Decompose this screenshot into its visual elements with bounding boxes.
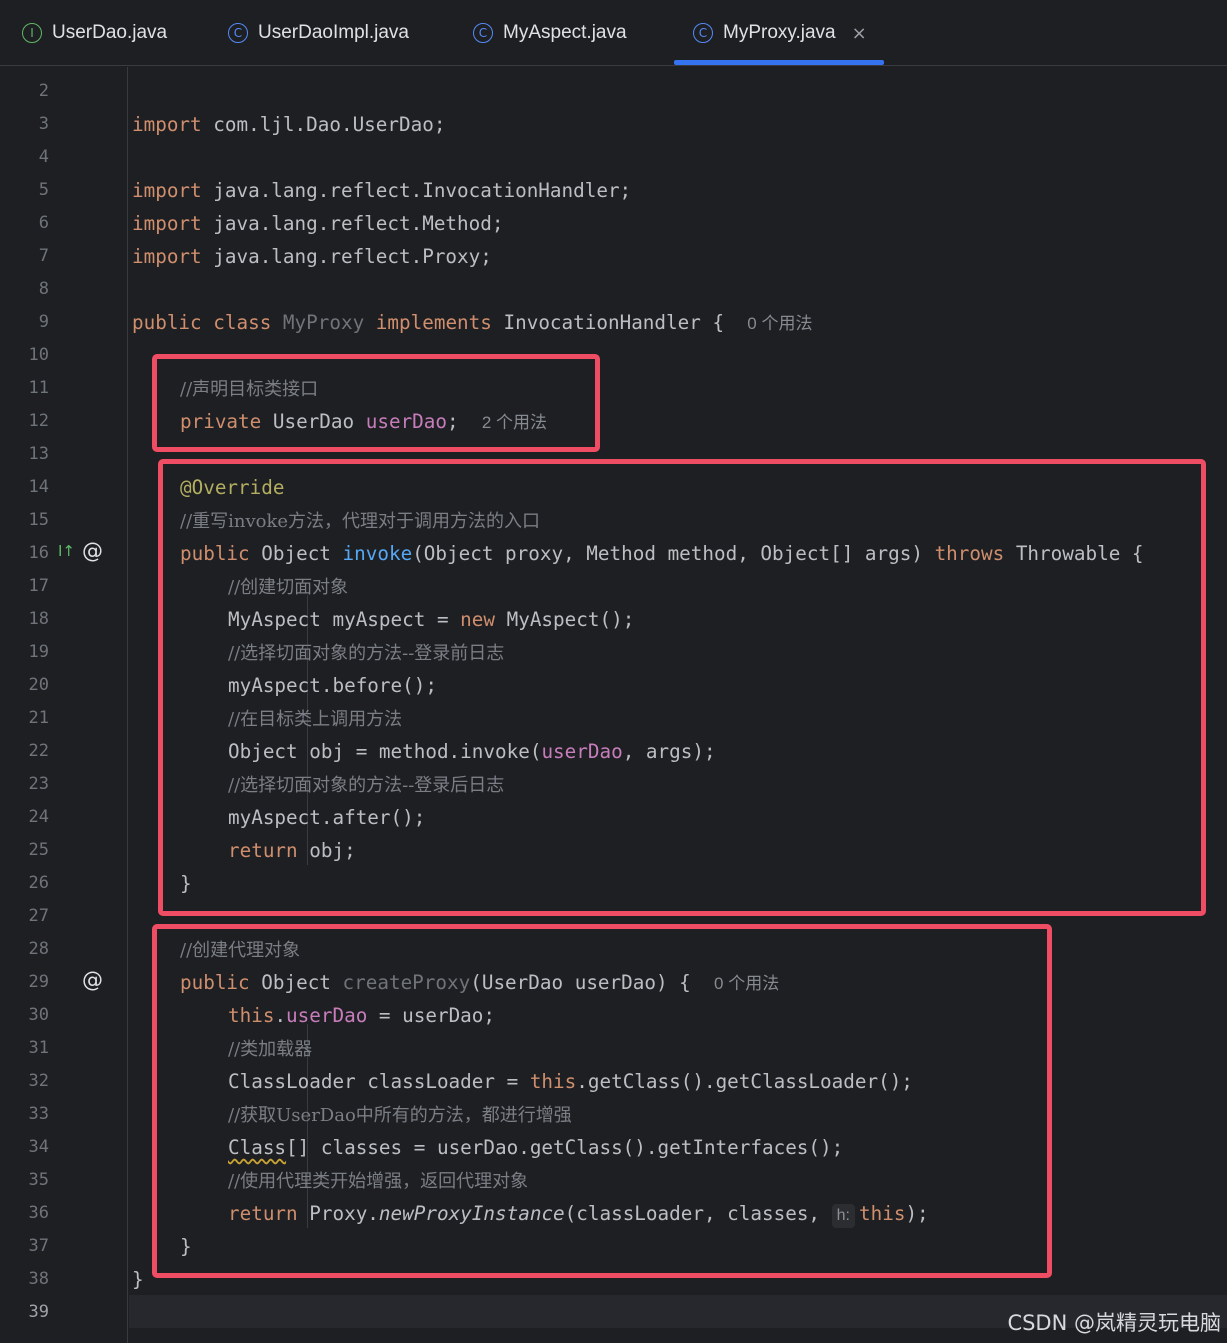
- editor-tab-bar: I UserDao.java C UserDaoImpl.java C MyAs…: [0, 0, 1227, 66]
- line-number: 12: [28, 411, 49, 431]
- code-line-5: import java.lang.reflect.InvocationHandl…: [132, 179, 632, 202]
- line-number: 37: [28, 1236, 49, 1256]
- code-line-9: public class MyProxy implements Invocati…: [132, 311, 813, 334]
- line-number: 22: [28, 741, 49, 761]
- tab-label: MyProxy.java: [723, 22, 836, 43]
- tab-userdao[interactable]: I UserDao.java: [22, 0, 167, 66]
- line-number: 35: [28, 1170, 49, 1190]
- tab-label: UserDao.java: [52, 22, 168, 43]
- tab-userdaoimpl[interactable]: C UserDaoImpl.java: [228, 0, 409, 66]
- line-number: 14: [28, 477, 49, 497]
- line-number: 9: [38, 312, 49, 332]
- line-number: 32: [28, 1071, 49, 1091]
- line-number: 10: [28, 345, 49, 365]
- class-icon: C: [693, 23, 713, 43]
- line-number: 34: [28, 1137, 49, 1157]
- tab-label: MyAspect.java: [503, 22, 627, 43]
- tab-myaspect[interactable]: C MyAspect.java: [473, 0, 627, 66]
- line-number: 13: [28, 444, 49, 464]
- highlight-box-createproxy: [152, 924, 1052, 1278]
- line-number: 29: [28, 972, 49, 992]
- class-icon: C: [228, 23, 248, 43]
- line-number: 11: [28, 378, 49, 398]
- line-number: 36: [28, 1203, 49, 1223]
- line-number: 31: [28, 1038, 49, 1058]
- line-number: 38: [28, 1269, 49, 1289]
- code-line-3: import com.ljl.Dao.UserDao;: [132, 113, 446, 136]
- line-number: 20: [28, 675, 49, 695]
- line-number: 28: [28, 939, 49, 959]
- line-number: 19: [28, 642, 49, 662]
- active-tab-indicator: [674, 60, 884, 65]
- tab-myproxy[interactable]: C MyProxy.java ×: [693, 0, 867, 66]
- code-line-6: import java.lang.reflect.Method;: [132, 212, 504, 235]
- line-number: 18: [28, 609, 49, 629]
- class-icon: C: [473, 23, 493, 43]
- line-number: 8: [38, 279, 49, 299]
- line-number: 27: [28, 906, 49, 926]
- line-number: 30: [28, 1005, 49, 1025]
- annotation-at-icon[interactable]: @: [82, 964, 103, 997]
- highlight-box-field: [152, 354, 600, 452]
- line-number-gutter: 2 3 4 5 6 7 8 9 10 11 12 13 14 15 16 17 18 19 20 21 22 23 24 25…: [0, 67, 128, 1343]
- line-number: 4: [38, 147, 49, 167]
- code-line-38: }: [132, 1268, 144, 1291]
- line-number: 21: [28, 708, 49, 728]
- line-number: 6: [38, 213, 49, 233]
- implements-marker-icon[interactable]: I↑: [58, 535, 75, 568]
- line-number: 24: [28, 807, 49, 827]
- line-number: 16: [28, 543, 49, 563]
- highlight-box-invoke: [158, 459, 1206, 916]
- usage-hint[interactable]: 0 个用法: [747, 314, 812, 333]
- annotation-at-icon[interactable]: @: [82, 535, 103, 568]
- line-number: 26: [28, 873, 49, 893]
- line-number: 25: [28, 840, 49, 860]
- line-number: 15: [28, 510, 49, 530]
- code-line-7: import java.lang.reflect.Proxy;: [132, 245, 492, 268]
- interface-icon: I: [22, 23, 42, 43]
- close-tab-icon[interactable]: ×: [852, 23, 867, 44]
- watermark: CSDN @岚精灵玩电脑: [1007, 1311, 1221, 1335]
- line-number: 23: [28, 774, 49, 794]
- line-number: 5: [38, 180, 49, 200]
- line-number: 3: [38, 114, 49, 134]
- line-number: 33: [28, 1104, 49, 1124]
- line-number: 17: [28, 576, 49, 596]
- tab-label: UserDaoImpl.java: [258, 22, 409, 43]
- line-number: 39: [28, 1302, 49, 1322]
- line-number: 2: [38, 81, 49, 101]
- line-number: 7: [38, 246, 49, 266]
